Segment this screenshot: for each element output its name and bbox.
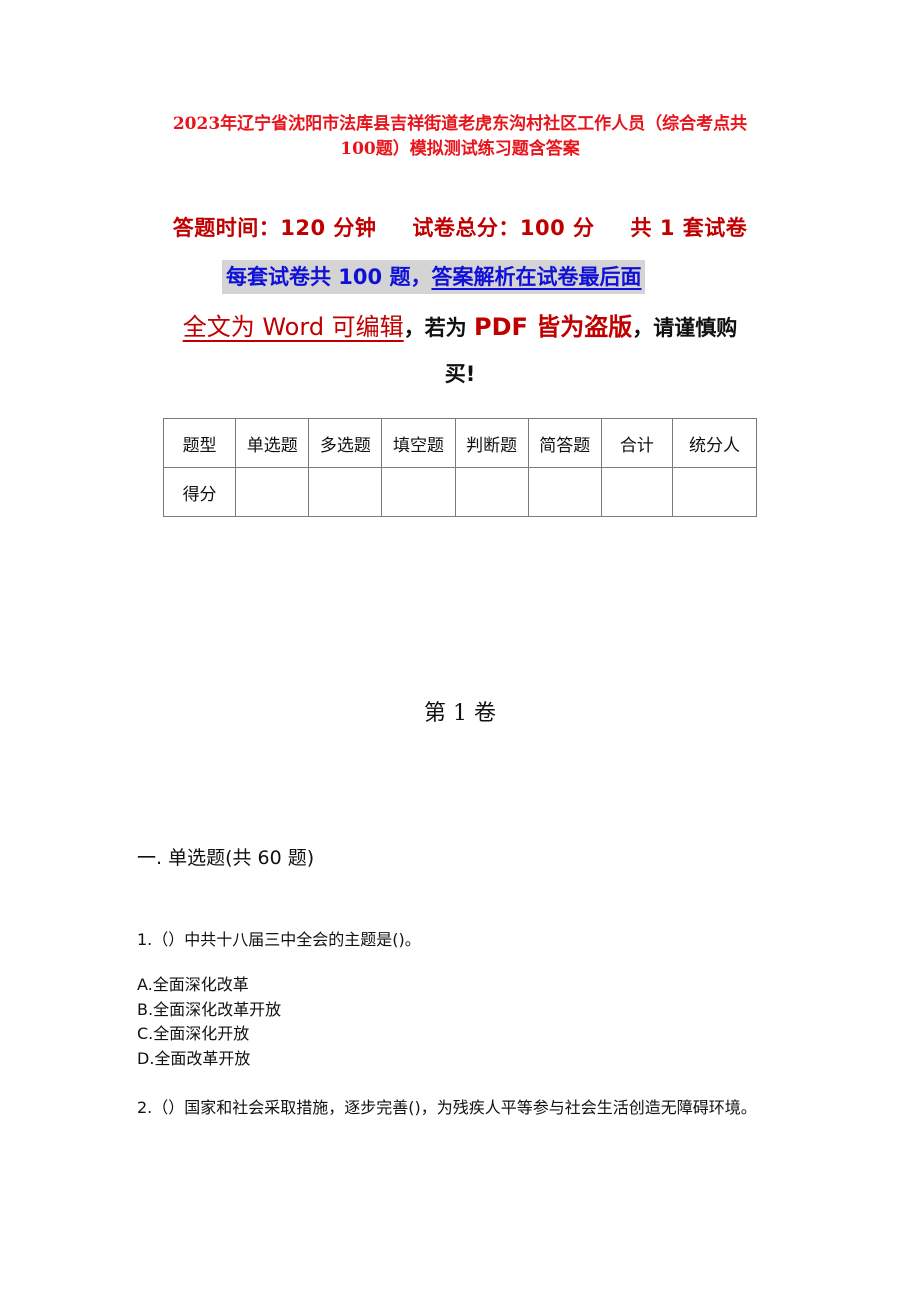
score-cell[interactable] [454,467,529,517]
score-cell[interactable] [308,467,383,517]
document-title-line2: 100题）模拟测试练习题含答案 [340,139,580,159]
score-header-cell: 判断题 [454,418,529,468]
answer-notice: 每套试卷共 100 题，答案解析在试卷最后面 [222,260,646,294]
option-b: B.全面深化改革开放 [137,999,282,1019]
score-header-cell: 简答题 [527,418,602,468]
exam-total-score: 试卷总分：100 分 [412,216,595,240]
score-cell[interactable] [235,467,310,517]
score-header-cell: 单选题 [235,418,310,468]
score-header-cell: 多选题 [308,418,383,468]
section-title: 一. 单选题(共 60 题) [137,847,315,869]
warning-text-1: ，若为 [403,316,474,340]
exam-meta: 答题时间：120 分钟 试卷总分：100 分 共 1 套试卷 [0,212,920,242]
document-title-line1: 2023年辽宁省沈阳市法库县吉祥街道老虎东沟村社区工作人员（综合考点共 [172,114,748,134]
score-table-score-row: 得分 [162,467,758,517]
score-table-header-row: 题型 单选题 多选题 填空题 判断题 简答题 合计 统分人 [162,418,758,468]
volume-title: 第 1 卷 [424,701,496,726]
score-table: 题型 单选题 多选题 填空题 判断题 简答题 合计 统分人 得分 [162,418,758,517]
score-cell[interactable] [600,467,673,517]
question-1-options: A.全面深化改革 B.全面深化改革开放 C.全面深化开放 D.全面改革开放 [137,973,281,1071]
warning-pdf-piracy: PDF 皆为盗版 [474,313,633,341]
score-cell[interactable] [527,467,602,517]
question-2-text: 2.（）国家和社会采取措施，逐步完善()，为残疾人平等参与社会生活创造无障碍环境… [137,1098,757,1117]
copyright-warning: 全文为 Word 可编辑，若为 PDF 皆为盗版，请谨慎购 [0,308,920,347]
score-cell[interactable] [671,467,758,517]
warning-line2: 买! [444,362,476,386]
score-header-cell: 题型 [162,418,237,468]
warning-text-2: ，请谨慎购 [632,316,738,340]
answer-notice-part1: 每套试卷共 100 题， [226,265,432,289]
score-cell[interactable] [381,467,456,517]
score-header-cell: 填空题 [381,418,456,468]
score-header-cell: 合计 [600,418,673,468]
question-1-text: 1.（）中共十八届三中全会的主题是()。 [137,930,421,949]
exam-sets: 共 1 套试卷 [630,216,748,240]
option-d: D.全面改革开放 [137,1048,251,1068]
score-row-label: 得分 [162,467,237,517]
option-a: A.全面深化改革 [137,975,249,994]
warning-word-editable[interactable]: 全文为 Word 可编辑 [183,313,404,341]
option-c: C.全面深化开放 [137,1024,250,1043]
document-title: 2023年辽宁省沈阳市法库县吉祥街道老虎东沟村社区工作人员（综合考点共 100题… [120,112,800,162]
exam-time: 答题时间：120 分钟 [172,216,377,240]
score-header-cell: 统分人 [671,418,758,468]
answer-notice-link[interactable]: 答案解析在试卷最后面 [431,265,641,289]
